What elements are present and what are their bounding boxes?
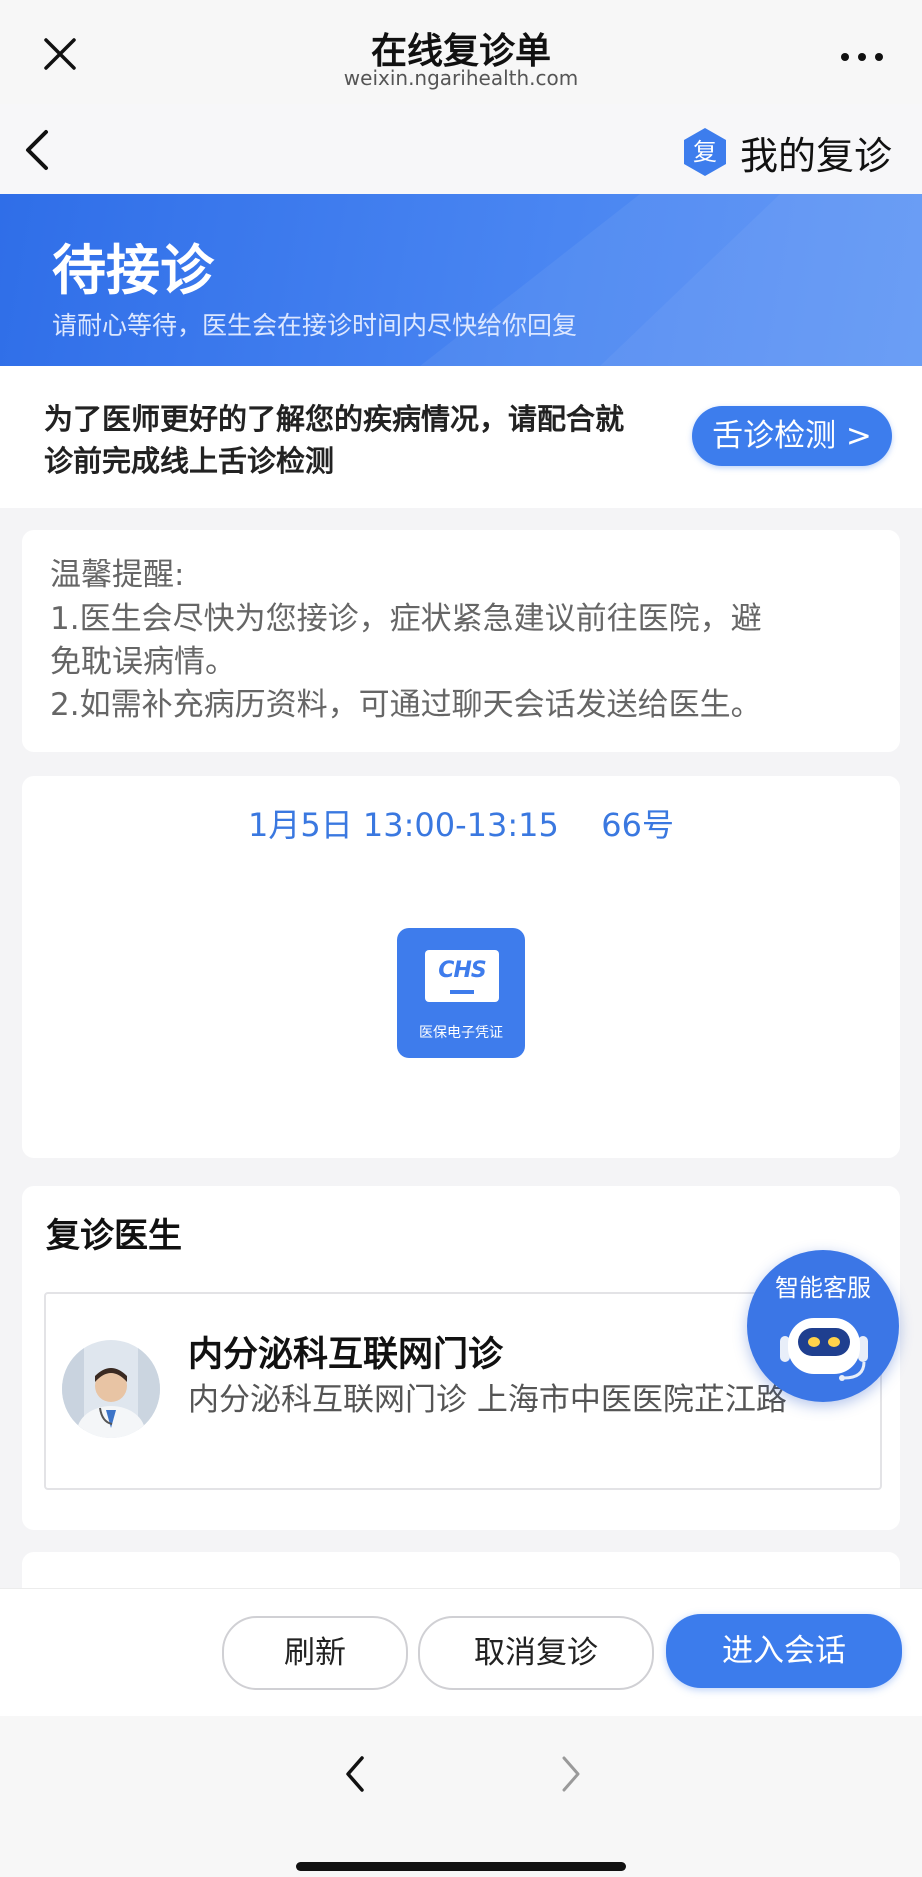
chevron-right-icon[interactable] (556, 1752, 586, 1796)
enter-chat-button[interactable]: 进入会话 (666, 1614, 902, 1688)
more-icon[interactable] (840, 52, 884, 62)
doctor-avatar (62, 1340, 160, 1438)
cancel-revisit-button[interactable]: 取消复诊 (418, 1616, 654, 1690)
doctor-section-title: 复诊医生 (46, 1216, 182, 1256)
window-url: weixin.ngarihealth.com (343, 66, 579, 90)
tongue-check-text: 为了医师更好的了解您的疾病情况，请配合就诊前完成线上舌诊检测 (44, 402, 625, 478)
tongue-check-button[interactable]: 舌诊检测 > (692, 406, 892, 466)
chevron-left-icon[interactable] (22, 128, 52, 172)
doctor-description: 内分泌科互联网门诊 上海市中医医院芷江路 (188, 1382, 787, 1418)
robot-icon (780, 1318, 868, 1381)
refresh-button[interactable]: 刷新 (222, 1616, 408, 1690)
browser-nav-bar (0, 1716, 922, 1877)
reminder-title: 温馨提醒: (50, 557, 185, 593)
appointment-info: 1月5日 13:00-13:15 66号 (22, 800, 900, 846)
chevron-left-icon[interactable] (340, 1752, 370, 1796)
doctor-name: 内分泌科互联网门诊 (188, 1335, 504, 1375)
appointment-number: 66号 (601, 806, 674, 844)
insurance-voucher-label: 医保电子凭证 (419, 1025, 503, 1041)
status-subtitle: 请耐心等待，医生会在接诊时间内尽快给你回复 (52, 311, 578, 340)
chs-logo-dash (450, 990, 474, 994)
chs-logo: CHS (438, 958, 486, 983)
revisit-hex-icon[interactable]: 复 (680, 126, 730, 178)
my-revisit-link[interactable]: 我的复诊 (740, 125, 892, 180)
reminder-line: 2.如需补充病历资料，可通过聊天会话发送给医生。 (50, 687, 762, 723)
status-title: 待接诊 (52, 239, 214, 302)
reminder-line: 免耽误病情。 (50, 644, 236, 680)
appointment-time: 1月5日 13:00-13:15 (248, 806, 559, 844)
svg-text:复: 复 (693, 138, 717, 166)
home-indicator (296, 1862, 626, 1871)
reminder-line: 1.医生会尽快为您接诊，症状紧急建议前往医院，避 (50, 601, 762, 637)
